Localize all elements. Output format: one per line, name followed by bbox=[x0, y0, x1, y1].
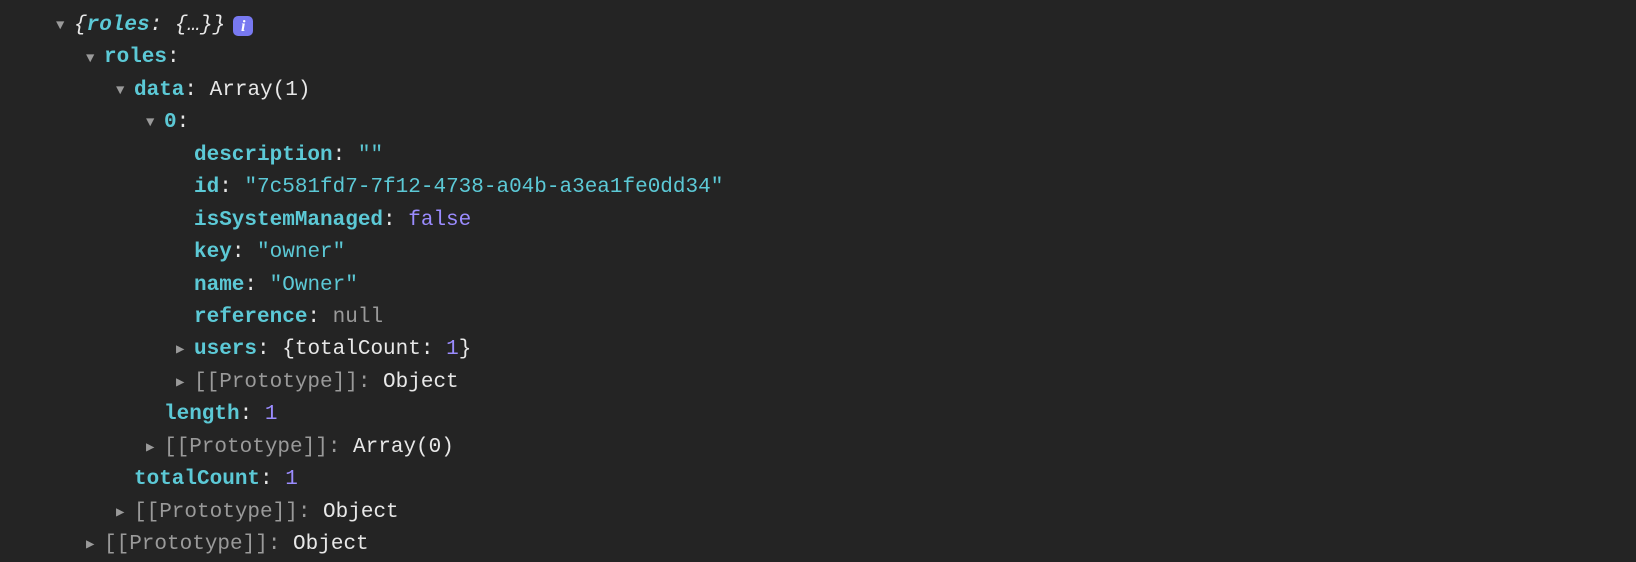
prop-users-row[interactable]: users : { totalCount : 1 } bbox=[0, 334, 1636, 366]
prop-value: "owner" bbox=[257, 238, 345, 268]
chevron-right-icon[interactable] bbox=[116, 503, 134, 523]
chevron-down-icon[interactable] bbox=[146, 113, 164, 133]
chevron-down-icon[interactable] bbox=[86, 49, 104, 69]
console-object-tree: { roles : {…} } i roles : data : Array(1… bbox=[0, 0, 1636, 561]
prop-value: null bbox=[333, 303, 383, 333]
chevron-right-icon[interactable] bbox=[146, 438, 164, 458]
prototype-key: [[Prototype]] bbox=[164, 433, 328, 463]
summary-colon: : bbox=[150, 11, 175, 41]
prop-id-row[interactable]: id : "7c581fd7-7f12-4738-a04b-a3ea1fe0dd… bbox=[0, 172, 1636, 204]
prototype-key: [[Prototype]] bbox=[194, 368, 358, 398]
prototype-value: Object bbox=[293, 530, 369, 560]
prototype-value: Object bbox=[383, 368, 459, 398]
prop-value: "7c581fd7-7f12-4738-a04b-a3ea1fe0dd34" bbox=[244, 173, 723, 203]
info-icon[interactable]: i bbox=[233, 16, 253, 36]
totalcount-key: totalCount bbox=[134, 465, 260, 495]
prop-reference-row[interactable]: reference : null bbox=[0, 302, 1636, 334]
prop-key: id bbox=[194, 173, 219, 203]
prop-key-row[interactable]: key : "owner" bbox=[0, 237, 1636, 269]
prototype-roles-row[interactable]: [[Prototype]] : Object bbox=[0, 497, 1636, 529]
summary-brace-close: } bbox=[213, 11, 226, 41]
summary-key: roles bbox=[87, 11, 150, 41]
chevron-right-icon[interactable] bbox=[86, 535, 104, 555]
prop-name-row[interactable]: name : "Owner" bbox=[0, 270, 1636, 302]
prototype-value: Object bbox=[323, 498, 399, 528]
chevron-right-icon[interactable] bbox=[176, 373, 194, 393]
prop-value: false bbox=[408, 206, 471, 236]
totalcount-value: 1 bbox=[285, 465, 298, 495]
chevron-down-icon[interactable] bbox=[116, 81, 134, 101]
brace-open: { bbox=[282, 335, 295, 365]
prop-issystemmanaged-row[interactable]: isSystemManaged : false bbox=[0, 205, 1636, 237]
summary-val: {…} bbox=[175, 11, 213, 41]
roles-row[interactable]: roles : bbox=[0, 42, 1636, 74]
brace-close: } bbox=[459, 335, 472, 365]
prop-key: isSystemManaged bbox=[194, 206, 383, 236]
chevron-right-icon[interactable] bbox=[176, 340, 194, 360]
prop-key: description bbox=[194, 141, 333, 171]
prop-key: users bbox=[194, 335, 257, 365]
prop-description-row[interactable]: description : "" bbox=[0, 140, 1636, 172]
length-key: length bbox=[164, 400, 240, 430]
summary-brace-open: { bbox=[74, 11, 87, 41]
prototype-key: [[Prototype]] bbox=[134, 498, 298, 528]
length-value: 1 bbox=[265, 400, 278, 430]
data-key: data bbox=[134, 76, 184, 106]
totalcount-row[interactable]: totalCount : 1 bbox=[0, 464, 1636, 496]
prototype-array-row[interactable]: [[Prototype]] : Array(0) bbox=[0, 432, 1636, 464]
prop-key: key bbox=[194, 238, 232, 268]
root-summary-row[interactable]: { roles : {…} } i bbox=[0, 10, 1636, 42]
users-inner-key: totalCount bbox=[295, 335, 421, 365]
prototype-value: Array(0) bbox=[353, 433, 454, 463]
index-key: 0 bbox=[164, 108, 177, 138]
prototype-root-row[interactable]: [[Prototype]] : Object bbox=[0, 529, 1636, 561]
data-row[interactable]: data : Array(1) bbox=[0, 75, 1636, 107]
prop-value: "" bbox=[358, 141, 383, 171]
chevron-down-icon[interactable] bbox=[56, 16, 74, 36]
prop-key: reference bbox=[194, 303, 307, 333]
users-inner-val: 1 bbox=[446, 335, 459, 365]
prop-value: "Owner" bbox=[270, 271, 358, 301]
prop-key: name bbox=[194, 271, 244, 301]
prototype-key: [[Prototype]] bbox=[104, 530, 268, 560]
data-type: Array(1) bbox=[210, 76, 311, 106]
roles-key: roles bbox=[104, 43, 167, 73]
array-item-0-row[interactable]: 0 : bbox=[0, 107, 1636, 139]
prototype-item-row[interactable]: [[Prototype]] : Object bbox=[0, 367, 1636, 399]
length-row[interactable]: length : 1 bbox=[0, 399, 1636, 431]
